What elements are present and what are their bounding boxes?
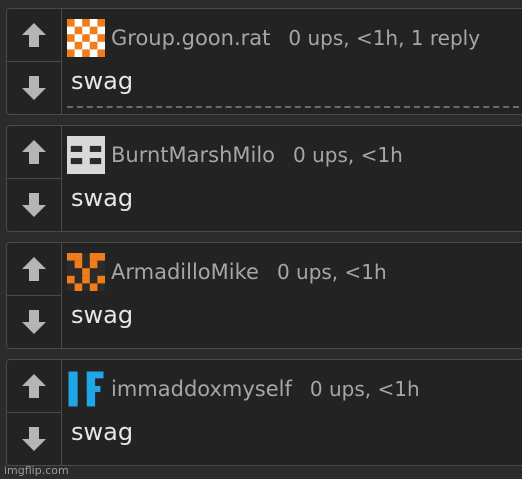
checker-avatar-orange-icon[interactable] [67,19,105,57]
arrow-down-icon [22,192,46,217]
comment-body: swag [71,67,134,95]
arrow-up-icon [22,139,46,164]
comment-body: swag [71,418,134,446]
upvote-button[interactable] [7,243,61,296]
upvote-button[interactable] [7,126,61,179]
username-link[interactable]: immaddoxmyself [111,377,292,401]
comment-body: swag [71,184,134,212]
arrow-up-icon [22,373,46,398]
reply-divider [67,106,519,108]
comment-header: Group.goon.rat 0 ups, <1h, 1 reply [67,18,480,58]
comment-body: swag [71,301,134,329]
username-link[interactable]: ArmadilloMike [111,260,259,284]
arrow-down-icon [22,426,46,451]
arrow-down-icon [22,75,46,100]
upvote-button[interactable] [7,9,61,62]
comment-content: Group.goon.rat 0 ups, <1h, 1 reply swag [67,9,522,114]
vote-column [7,9,62,114]
comment-content: ArmadilloMike 0 ups, <1h swag [67,243,522,348]
comment-meta: 0 ups, <1h, 1 reply [288,26,481,50]
comment-card: Group.goon.rat 0 ups, <1h, 1 reply swag [6,8,522,115]
vote-column [7,243,62,348]
downvote-button[interactable] [7,62,61,115]
comment-card: BurntMarshMilo 0 ups, <1h swag [6,125,522,232]
comment-card: immaddoxmyself 0 ups, <1h swag [6,359,522,466]
arrow-up-icon [22,22,46,47]
vote-column [7,360,62,465]
imgflip-watermark: imgflip.com [4,464,69,477]
upvote-button[interactable] [7,360,61,413]
checker-avatar-orange-2-icon[interactable] [67,253,105,291]
comment-header: ArmadilloMike 0 ups, <1h [67,252,387,292]
comment-meta: 0 ups, <1h [309,377,420,401]
blocky-avatar-gray-icon[interactable] [67,136,105,174]
downvote-button[interactable] [7,413,61,466]
username-link[interactable]: Group.goon.rat [111,26,270,50]
arrow-down-icon [22,309,46,334]
comment-card: ArmadilloMike 0 ups, <1h swag [6,242,522,349]
downvote-button[interactable] [7,296,61,349]
vote-column [7,126,62,231]
comment-header: BurntMarshMilo 0 ups, <1h [67,135,403,175]
comment-content: BurntMarshMilo 0 ups, <1h swag [67,126,522,231]
comment-header: immaddoxmyself 0 ups, <1h [67,369,420,409]
blocky-avatar-blue-icon[interactable] [67,370,105,408]
arrow-up-icon [22,256,46,281]
username-link[interactable]: BurntMarshMilo [111,143,275,167]
comment-meta: 0 ups, <1h [293,143,403,167]
comment-meta: 0 ups, <1h [276,260,387,284]
comment-content: immaddoxmyself 0 ups, <1h swag [67,360,522,465]
downvote-button[interactable] [7,179,61,232]
